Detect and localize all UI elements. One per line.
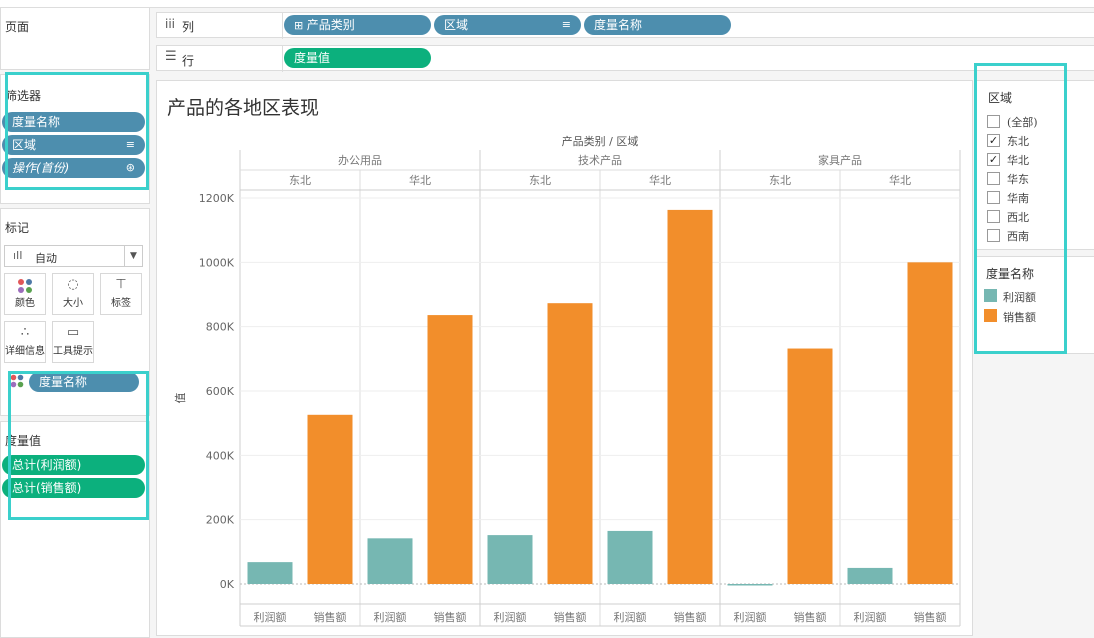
column-pill-label: 区域 [444,18,469,32]
x-tick-label: 利润额 [374,610,407,624]
x-tick-label: 销售额 [794,610,827,624]
x-tick-label: 销售额 [914,610,947,624]
mark-size-button[interactable]: ◌ 大小 [52,273,94,315]
region-header: 东北 [289,174,311,187]
bar [727,584,773,586]
bar [487,535,533,584]
plus-icon: ⊞ [294,19,307,32]
rows-icon: ☰ [165,49,177,64]
mark-detail-button[interactable]: ∴ 详细信息 [4,321,46,363]
shelf-divider [282,46,283,72]
mark-label-button[interactable]: ⊤ 标签 [100,273,142,315]
column-pill-category[interactable]: ⊞ 产品类别 [284,15,431,35]
x-tick-label: 销售额 [554,610,587,624]
bar [427,315,473,584]
columns-label: 列 [182,20,195,34]
column-pill-label: 产品类别 [306,18,355,32]
category-header: 家具产品 [818,153,862,167]
bar [607,530,653,584]
region-header: 华北 [889,173,911,187]
category-header: 技术产品 [578,153,622,167]
mark-button-label: 大小 [63,298,83,309]
chevron-down-icon: ▼ [124,246,142,266]
mark-tooltip-button[interactable]: ▭ 工具提示 [52,321,94,363]
y-tick-label: 600K [206,385,235,398]
row-pill-measure-values[interactable]: 度量值 [284,48,431,68]
category-header: 办公用品 [338,154,382,167]
bar-chart: 产品的各地区表现产品类别 / 区域办公用品东北 华北 技术产品东北 华北 家具产品东北 华… [167,97,961,627]
mark-type-value: 自动 [35,252,57,265]
label-icon: ⊤ [115,277,127,292]
y-tick-label: 1200K [199,192,235,205]
mark-button-label: 颜色 [15,298,35,309]
highlight-box-filters [5,72,149,190]
bar [247,562,293,584]
y-tick-label: 800K [206,321,235,334]
x-tick-label: 销售额 [434,610,467,624]
mark-color-button[interactable]: 颜色 [4,273,46,315]
region-header: 东北 [769,174,791,187]
mark-type-dropdown[interactable]: ıII 自动 ▼ [4,245,143,267]
column-pill-measure-names[interactable]: 度量名称 [584,15,731,35]
y-tick-label: 1000K [199,256,235,269]
y-axis-label: 值 [174,393,187,404]
region-header: 东北 [529,174,551,187]
size-icon: ◌ [67,277,79,292]
highlight-box-legend [974,63,1067,354]
bar [307,414,353,584]
bar [847,567,893,584]
x-tick-label: 利润额 [254,610,287,624]
y-tick-label: 200K [206,514,235,527]
bar [787,348,833,584]
marks-title: 标记 [5,221,30,235]
top-strip [0,0,1094,8]
region-header: 华北 [649,173,671,187]
pages-panel: 页面 [0,8,150,70]
header-title: 产品类别 / 区域 [562,134,639,148]
row-pill-label: 度量值 [294,51,331,65]
rows-label: 行 [182,54,195,68]
x-tick-label: 销售额 [674,610,707,624]
highlight-box-marks-measures [8,371,149,520]
sort-icon: ≡ [561,18,571,31]
y-tick-label: 0K [220,578,235,591]
chart-title: 产品的各地区表现 [167,97,319,119]
x-tick-label: 利润额 [734,610,767,624]
mark-button-label: 工具提示 [53,346,93,357]
bar [907,262,953,584]
region-header: 华北 [409,173,431,187]
bar [367,538,413,584]
tooltip-icon: ▭ [66,325,80,340]
mark-button-label: 详细信息 [5,346,45,357]
columns-icon: iii [165,17,176,31]
x-tick-label: 利润额 [494,610,527,624]
mark-button-label: 标签 [111,298,131,309]
column-pill-label: 度量名称 [594,18,643,32]
column-pill-region[interactable]: 区域 ≡ [434,15,581,35]
y-tick-label: 400K [206,449,235,462]
x-tick-label: 利润额 [614,610,647,624]
bar-chart-icon: ıII [13,249,23,262]
detail-icon: ∴ [20,325,30,340]
x-tick-label: 利润额 [854,610,887,624]
pages-title: 页面 [5,20,30,34]
bar [547,303,593,584]
bar [667,209,713,584]
x-tick-label: 销售额 [314,610,347,624]
shelf-divider [282,13,283,39]
color-icon [5,274,45,294]
